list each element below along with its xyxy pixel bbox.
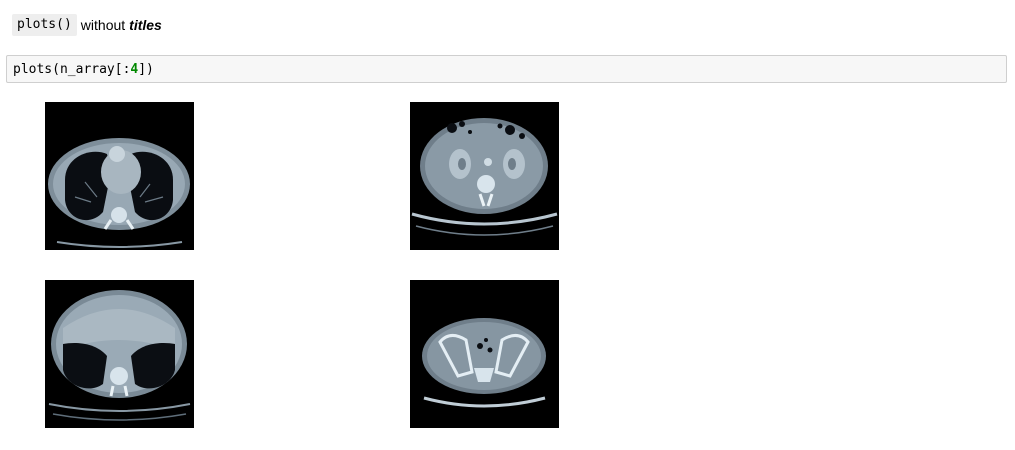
ct-image-chest [45, 102, 194, 250]
code-number-token: 4 [130, 61, 139, 77]
ct-image-lung-base [45, 280, 194, 428]
markdown-emphasis: titles [129, 17, 162, 33]
markdown-heading: plots() without titles [12, 14, 162, 36]
inline-code: plots() [12, 14, 77, 36]
code-cell-input[interactable]: plots(n_array[: 4]) [6, 55, 1007, 83]
ct-image-abdomen [410, 102, 559, 250]
code-prefix: plots(n_array[: [13, 61, 131, 77]
markdown-text: without [80, 17, 126, 33]
ct-image-pelvis [410, 280, 559, 428]
code-suffix: ]) [138, 61, 154, 77]
